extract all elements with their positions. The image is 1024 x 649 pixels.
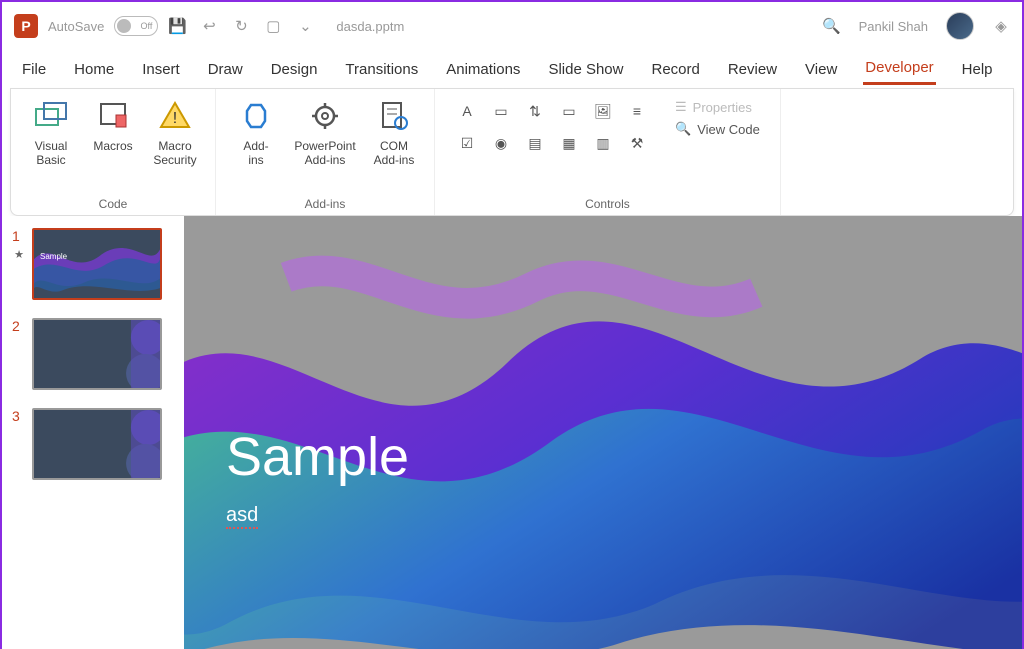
view-code-label: View Code [697, 122, 760, 137]
group-label-code: Code [23, 197, 203, 211]
group-label-addins: Add-ins [228, 197, 422, 211]
group-label-controls: Controls [447, 197, 768, 211]
workspace: 1 ★ Sample 2 3 [2, 216, 1022, 649]
combo-control-icon[interactable]: ▤ [523, 131, 547, 155]
slide-title[interactable]: Sample [226, 426, 409, 488]
radio-control-icon[interactable]: ◉ [489, 131, 513, 155]
avatar[interactable] [946, 12, 974, 40]
filename: dasda.pptm [336, 19, 404, 34]
com-addins-icon [379, 97, 409, 135]
addins-label: Add-ins [243, 139, 268, 167]
tab-animations[interactable]: Animations [444, 55, 522, 84]
image-control-icon[interactable]: 🖼 [591, 99, 615, 123]
ribbon-group-controls: A ▭ ⇅ ▭ 🖼 ≡ ☑ ◉ ▤ ▦ ▥ ⚒ ☰ Properties 🔍 [435, 89, 781, 215]
visual-basic-label: VisualBasic [35, 139, 67, 167]
undo-icon[interactable]: ↩ [200, 17, 218, 35]
listbox-control-icon[interactable]: ▦ [557, 131, 581, 155]
autosave-toggle[interactable]: Off [114, 16, 158, 36]
toggle-control-icon[interactable]: ▥ [591, 131, 615, 155]
tools-control-icon[interactable]: ⚒ [625, 131, 649, 155]
diamond-icon[interactable]: ◈ [992, 17, 1010, 35]
thumbnails-panel: 1 ★ Sample 2 3 [2, 216, 184, 649]
tab-help[interactable]: Help [960, 55, 995, 84]
thumbnail-number: 1 [12, 228, 26, 244]
addins-icon [241, 97, 271, 135]
ribbon-group-code: VisualBasic Macros ! MacroSecurity Code [11, 89, 216, 215]
thumbnail-slide-2[interactable] [32, 318, 162, 390]
spin-control-icon[interactable]: ⇅ [523, 99, 547, 123]
com-addins-button[interactable]: COMAdd-ins [366, 95, 422, 167]
ribbon-tabs: File Home Insert Draw Design Transitions… [2, 50, 1022, 88]
save-icon[interactable]: 💾 [168, 17, 186, 35]
search-icon[interactable]: 🔍 [823, 17, 841, 35]
macros-icon [98, 97, 128, 135]
macros-label: Macros [93, 139, 132, 153]
tab-design[interactable]: Design [269, 55, 320, 84]
visual-basic-icon [34, 97, 68, 135]
animation-star-icon: ★ [14, 248, 24, 261]
addins-button[interactable]: Add-ins [228, 95, 284, 167]
thumbnail-number: 3 [12, 408, 26, 424]
ribbon-group-addins: Add-ins PowerPointAdd-ins COMAdd-ins Add… [216, 89, 435, 215]
text-control-icon[interactable]: A [455, 99, 479, 123]
tab-draw[interactable]: Draw [206, 55, 245, 84]
tab-review[interactable]: Review [726, 55, 779, 84]
thumbnail-row: 3 [12, 408, 174, 480]
tab-view[interactable]: View [803, 55, 839, 84]
thumbnail-slide-3[interactable] [32, 408, 162, 480]
tab-developer[interactable]: Developer [863, 53, 935, 85]
autosave-label: AutoSave [48, 19, 104, 34]
macros-button[interactable]: Macros [85, 95, 141, 167]
tab-file[interactable]: File [20, 55, 48, 84]
com-addins-label: COMAdd-ins [374, 139, 415, 167]
title-bar: P AutoSave Off 💾 ↩ ↻ ▢ ⌄ dasda.pptm 🔍 Pa… [2, 2, 1022, 50]
thumbnail-title: Sample [40, 252, 67, 261]
view-code-icon: 🔍 [675, 121, 691, 137]
checkbox-control-icon[interactable]: ☑ [455, 131, 479, 155]
slide-subtitle[interactable]: asd [226, 504, 258, 527]
properties-label: Properties [693, 100, 752, 115]
thumbnail-number: 2 [12, 318, 26, 334]
powerpoint-addins-label: PowerPointAdd-ins [294, 139, 355, 167]
list-control-icon[interactable]: ≡ [625, 99, 649, 123]
ribbon: VisualBasic Macros ! MacroSecurity Code … [10, 88, 1014, 216]
present-icon[interactable]: ▢ [264, 17, 282, 35]
properties-button[interactable]: ☰ Properties [675, 99, 760, 115]
textbox-control-icon[interactable]: ▭ [489, 99, 513, 123]
properties-icon: ☰ [675, 99, 687, 115]
thumbnail-row: 1 ★ Sample [12, 228, 174, 300]
more-icon[interactable]: ⌄ [296, 17, 314, 35]
thumbnail-row: 2 [12, 318, 174, 390]
macro-security-button[interactable]: ! MacroSecurity [147, 95, 203, 167]
slide-canvas[interactable]: Sample asd [184, 216, 1022, 649]
view-code-button[interactable]: 🔍 View Code [675, 121, 760, 137]
tab-record[interactable]: Record [649, 55, 701, 84]
svg-text:!: ! [173, 110, 177, 127]
slide[interactable]: Sample asd [184, 216, 1022, 649]
gear-icon [310, 97, 340, 135]
tab-home[interactable]: Home [72, 55, 116, 84]
powerpoint-addins-button[interactable]: PowerPointAdd-ins [290, 95, 360, 167]
frame-control-icon[interactable]: ▭ [557, 99, 581, 123]
thumbnail-slide-1[interactable]: Sample [32, 228, 162, 300]
warning-icon: ! [159, 97, 191, 135]
tab-transitions[interactable]: Transitions [343, 55, 420, 84]
redo-icon[interactable]: ↻ [232, 17, 250, 35]
username: Pankil Shah [859, 19, 928, 34]
tab-insert[interactable]: Insert [140, 55, 182, 84]
tab-slideshow[interactable]: Slide Show [546, 55, 625, 84]
app-icon: P [14, 14, 38, 38]
visual-basic-button[interactable]: VisualBasic [23, 95, 79, 167]
macro-security-label: MacroSecurity [153, 139, 196, 167]
